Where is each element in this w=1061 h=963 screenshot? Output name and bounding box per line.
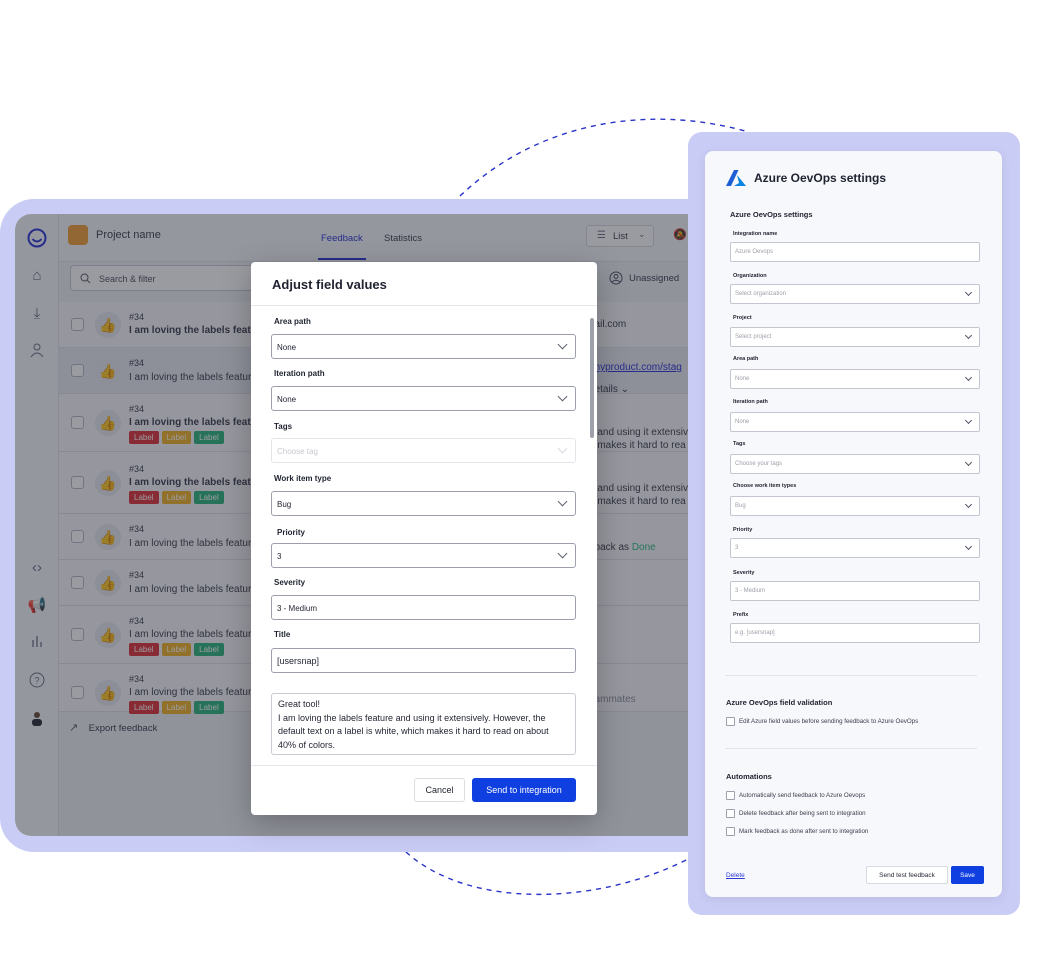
- chevron-down-icon: [557, 548, 568, 559]
- automations-title: Automations: [726, 772, 772, 781]
- severity-input[interactable]: 3 - Medium: [730, 581, 980, 601]
- tags-label: Tags: [274, 422, 293, 431]
- iteration-path-placeholder: None: [735, 419, 750, 425]
- delete-link[interactable]: Delete: [726, 872, 745, 879]
- divider: [725, 748, 977, 749]
- priority-select[interactable]: 3: [271, 543, 576, 568]
- priority-label: Priority: [733, 527, 753, 533]
- tags-placeholder: Choose your tags: [735, 461, 783, 467]
- area-path-value: None: [277, 343, 297, 352]
- chevron-down-icon: [557, 339, 568, 350]
- prefix-placeholder: e.g. [usersnap]: [735, 630, 775, 636]
- chevron-down-icon: [557, 496, 568, 507]
- project-label: Project: [733, 315, 752, 321]
- chevron-down-icon: [964, 331, 973, 340]
- delete-after-send-label: Delete feedback after being sent to inte…: [739, 810, 866, 817]
- work-item-type-label: Work item type: [274, 474, 332, 483]
- integration-name-label: Integration name: [733, 231, 778, 237]
- work-item-type-value: Bug: [277, 500, 292, 509]
- iteration-path-select[interactable]: None: [730, 412, 980, 432]
- organization-select[interactable]: Select organization: [730, 284, 980, 304]
- chevron-down-icon: [964, 416, 973, 425]
- modal-title: Adjust field values: [272, 277, 387, 292]
- mark-done-label: Mark feedback as done after sent to inte…: [739, 828, 869, 835]
- project-select[interactable]: Select project: [730, 327, 980, 347]
- title-value: [usersnap]: [277, 656, 320, 666]
- send-test-feedback-button[interactable]: Send test feedback: [866, 866, 948, 884]
- azure-devops-settings-card: Azure OevOps settings Azure OevOps setti…: [705, 151, 1002, 897]
- settings-title: Azure OevOps settings: [754, 171, 887, 185]
- severity-input[interactable]: 3 - Medium: [271, 595, 576, 620]
- area-path-placeholder: None: [735, 376, 750, 382]
- modal-header: Adjust field values: [251, 262, 597, 306]
- adjust-field-values-modal: Adjust field values Area path None Itera…: [251, 262, 597, 815]
- severity-value: 3 - Medium: [277, 604, 318, 613]
- settings-section-title: Azure OevOps settings: [730, 210, 813, 219]
- tags-select[interactable]: Choose your tags: [730, 454, 980, 474]
- area-path-select[interactable]: None: [730, 369, 980, 389]
- project-placeholder: Select project: [735, 334, 772, 340]
- delete-after-send-checkbox[interactable]: [726, 809, 735, 818]
- description-textarea[interactable]: Great tool! I am loving the labels featu…: [271, 693, 576, 755]
- chevron-down-icon: [557, 443, 568, 454]
- send-to-integration-button[interactable]: Send to integration: [472, 778, 576, 802]
- title-input[interactable]: [usersnap]: [271, 648, 576, 673]
- chevron-down-icon: [964, 458, 973, 467]
- validation-checkbox[interactable]: [726, 717, 735, 726]
- integration-name-placeholder: Azure Oevops: [735, 249, 774, 255]
- severity-label: Severity: [274, 578, 306, 587]
- chevron-down-icon: [964, 542, 973, 551]
- area-path-label: Area path: [274, 317, 311, 326]
- divider: [725, 675, 977, 676]
- priority-value: 3: [277, 552, 282, 561]
- organization-label: Organization: [733, 273, 767, 279]
- azure-logo-icon: [726, 170, 746, 186]
- work-item-types-label: Choose work item types: [733, 483, 797, 489]
- work-item-types-select[interactable]: Bug: [730, 496, 980, 516]
- iteration-path-select[interactable]: None: [271, 386, 576, 411]
- modal-scrollbar[interactable]: [590, 318, 594, 438]
- prefix-input[interactable]: e.g. [usersnap]: [730, 623, 980, 643]
- priority-value: 3: [735, 545, 739, 551]
- iteration-path-value: None: [277, 395, 297, 404]
- area-path-label: Area path: [733, 356, 759, 362]
- tags-select[interactable]: Choose tag: [271, 438, 576, 463]
- save-button[interactable]: Save: [951, 866, 984, 884]
- iteration-path-label: Iteration path: [274, 369, 325, 378]
- auto-send-checkbox[interactable]: [726, 791, 735, 800]
- area-path-select[interactable]: None: [271, 334, 576, 359]
- mark-done-checkbox[interactable]: [726, 827, 735, 836]
- priority-select[interactable]: 3: [730, 538, 980, 558]
- work-item-types-value: Bug: [735, 503, 746, 509]
- chevron-down-icon: [964, 373, 973, 382]
- integration-name-input[interactable]: Azure Oevops: [730, 242, 980, 262]
- chevron-down-icon: [964, 500, 973, 509]
- iteration-path-label: Iteration path: [733, 399, 768, 405]
- work-item-type-select[interactable]: Bug: [271, 491, 576, 516]
- modal-footer: Cancel Send to integration: [251, 765, 597, 815]
- prefix-label: Prefix: [733, 612, 749, 618]
- chevron-down-icon: [964, 288, 973, 297]
- auto-send-label: Automatically send feedback to Azure Oev…: [739, 792, 866, 799]
- field-validation-title: Azure OevOps field validation: [726, 698, 833, 707]
- validation-option-label: Edit Azure field values before sending f…: [739, 718, 919, 725]
- title-label: Title: [274, 630, 291, 639]
- severity-value: 3 - Medium: [735, 588, 766, 594]
- priority-label: Priority: [277, 528, 306, 537]
- chevron-down-icon: [557, 391, 568, 402]
- cancel-button[interactable]: Cancel: [414, 778, 465, 802]
- severity-label: Severity: [733, 570, 755, 576]
- tags-placeholder: Choose tag: [277, 447, 318, 456]
- tags-label: Tags: [733, 441, 746, 447]
- organization-placeholder: Select organization: [735, 291, 787, 297]
